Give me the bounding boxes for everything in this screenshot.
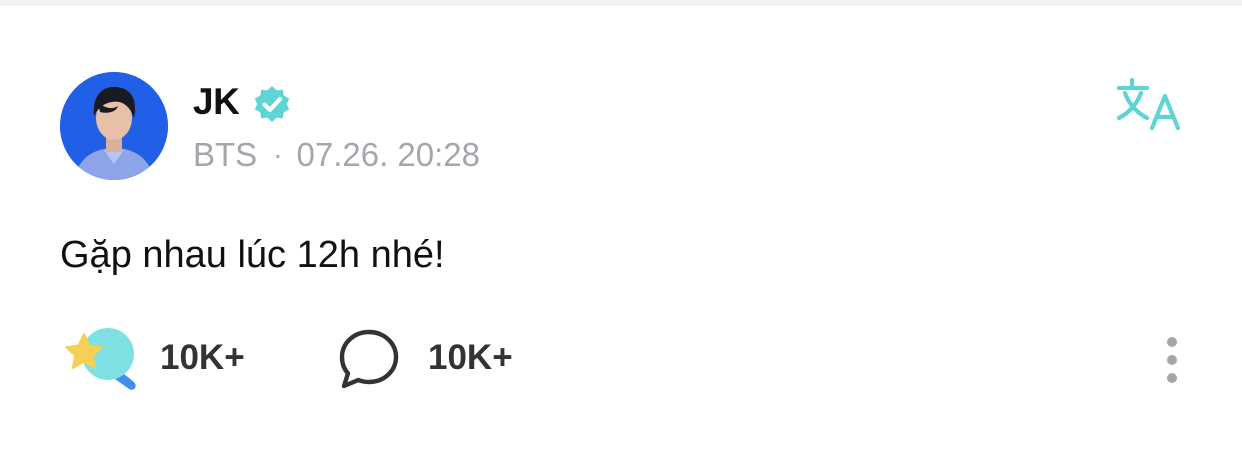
like-count: 10K+	[160, 338, 245, 377]
more-options-button[interactable]	[1152, 332, 1192, 392]
post-card: JK BTS · 07.26. 20:28 Gặp nhau lúc 12h nhé	[0, 6, 1242, 453]
speech-bubble-icon	[336, 328, 402, 392]
author-name[interactable]: JK	[193, 82, 240, 122]
meta-separator: ·	[273, 139, 283, 170]
avatar[interactable]	[60, 72, 168, 180]
verified-badge-icon	[252, 84, 292, 124]
translate-icon[interactable]	[1114, 76, 1186, 132]
comment-count: 10K+	[428, 338, 513, 377]
post-meta: BTS · 07.26. 20:28	[193, 137, 480, 173]
vertical-ellipsis-icon	[1167, 337, 1177, 383]
star-rocket-icon	[62, 320, 142, 396]
avatar-image	[60, 72, 168, 180]
post-body: Gặp nhau lúc 12h nhé!	[60, 234, 445, 276]
author-group[interactable]: BTS	[193, 137, 257, 173]
post-timestamp: 07.26. 20:28	[296, 136, 481, 173]
